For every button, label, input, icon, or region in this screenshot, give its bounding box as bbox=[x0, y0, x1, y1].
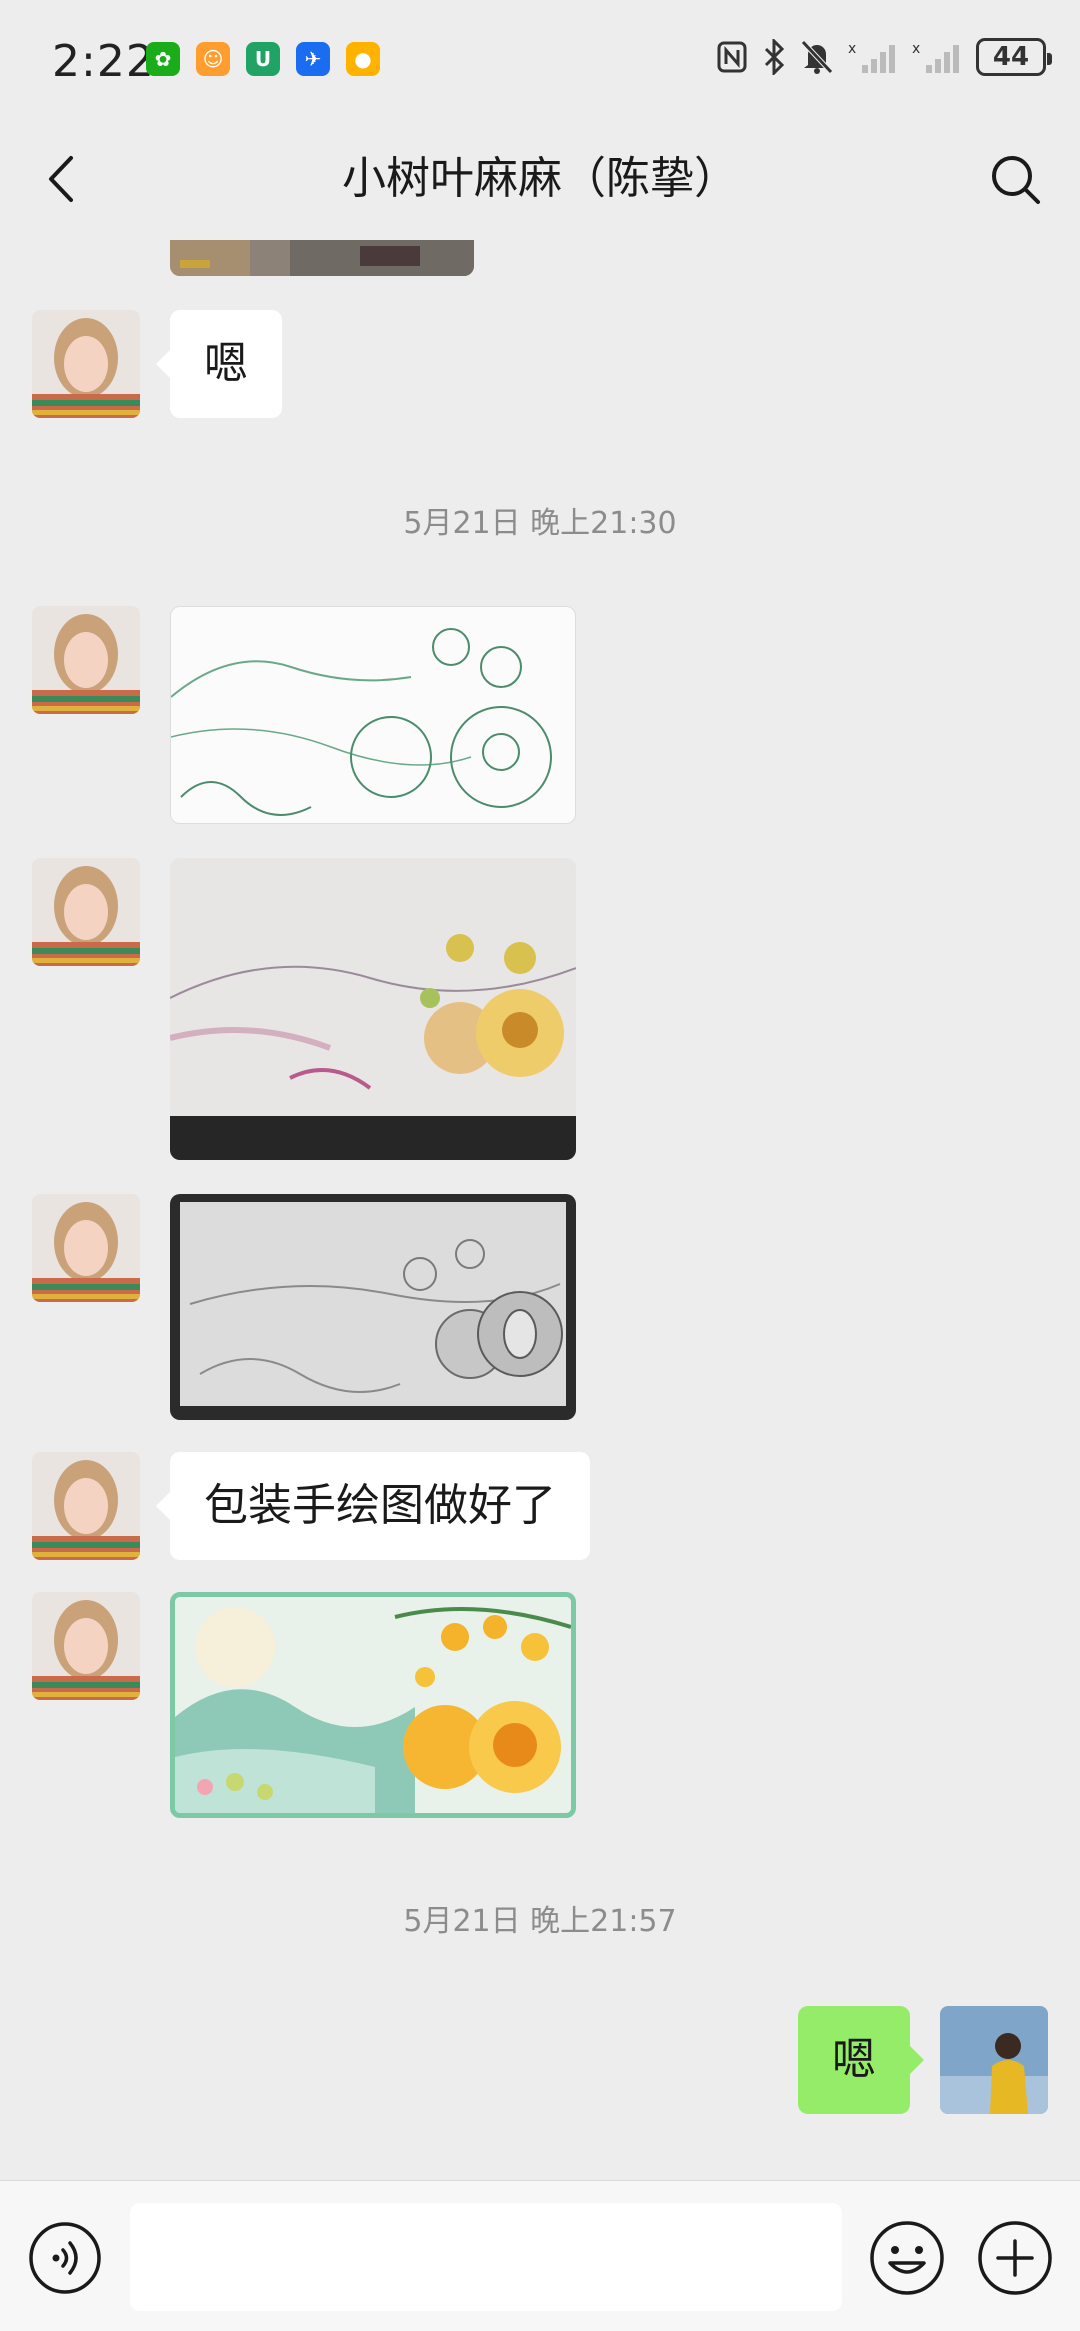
flight-app-icon: ✈ bbox=[296, 42, 330, 76]
chat-header: 小树叶麻麻（陈挚） bbox=[0, 120, 1080, 240]
contact-avatar[interactable] bbox=[32, 1194, 140, 1302]
message-list[interactable]: 嗯 5月21日 晚上21:30 包装手绘图做好了 5月21日 晚上21:57 嗯 bbox=[0, 240, 1080, 2180]
image-message[interactable] bbox=[170, 1194, 576, 1420]
contact-avatar[interactable] bbox=[32, 1452, 140, 1560]
emoji-icon bbox=[870, 2221, 944, 2295]
contact-avatar[interactable] bbox=[32, 310, 140, 418]
image-message[interactable] bbox=[170, 858, 576, 1160]
chat-title: 小树叶麻麻（陈挚） bbox=[342, 153, 738, 204]
message-timestamp: 5月21日 晚上21:57 bbox=[403, 1904, 677, 1939]
more-button[interactable] bbox=[976, 2219, 1054, 2297]
system-indicators: x x 44 bbox=[716, 38, 1052, 76]
bag-app-icon: U bbox=[246, 42, 280, 76]
battery-level: 44 bbox=[992, 42, 1030, 72]
mute-icon bbox=[801, 40, 833, 74]
image-message[interactable] bbox=[170, 1592, 576, 1818]
signal-icon-2: x bbox=[912, 41, 959, 73]
message-input[interactable] bbox=[130, 2203, 842, 2311]
my-avatar[interactable] bbox=[940, 2006, 1048, 2114]
voice-icon bbox=[29, 2222, 101, 2294]
notification-icons: ✿ ☺ U ✈ ● bbox=[146, 42, 380, 76]
message-bubble-received[interactable]: 嗯 bbox=[156, 310, 282, 418]
duck-app-icon: ● bbox=[346, 42, 380, 76]
leaf-app-icon: ✿ bbox=[146, 42, 180, 76]
image-message[interactable] bbox=[170, 606, 576, 824]
emoji-button[interactable] bbox=[868, 2219, 946, 2297]
contact-avatar[interactable] bbox=[32, 606, 140, 714]
search-icon bbox=[992, 156, 1040, 204]
contact-avatar[interactable] bbox=[32, 1592, 140, 1700]
nfc-icon bbox=[717, 41, 747, 73]
contact-avatar[interactable] bbox=[32, 858, 140, 966]
svg-text:x: x bbox=[848, 41, 856, 57]
search-button[interactable] bbox=[980, 142, 1050, 216]
message-bubble-sent[interactable]: 嗯 bbox=[798, 2006, 924, 2114]
plus-icon bbox=[978, 2221, 1052, 2295]
svg-text:x: x bbox=[912, 41, 920, 57]
signal-icon-1: x bbox=[848, 41, 895, 73]
battery-indicator: 44 bbox=[976, 38, 1052, 76]
message-bubble-received[interactable]: 包装手绘图做好了 bbox=[156, 1452, 590, 1560]
bluetooth-icon bbox=[764, 39, 785, 75]
image-message-partial[interactable] bbox=[170, 240, 474, 276]
voice-button[interactable] bbox=[28, 2221, 102, 2295]
input-bar bbox=[0, 2180, 1080, 2331]
courier-app-icon: ☺ bbox=[196, 42, 230, 76]
message-timestamp: 5月21日 晚上21:30 bbox=[403, 506, 677, 541]
status-time: 2:22 bbox=[52, 36, 155, 87]
status-bar: 2:22 ✿ ☺ U ✈ ● x x 44 bbox=[0, 0, 1080, 120]
